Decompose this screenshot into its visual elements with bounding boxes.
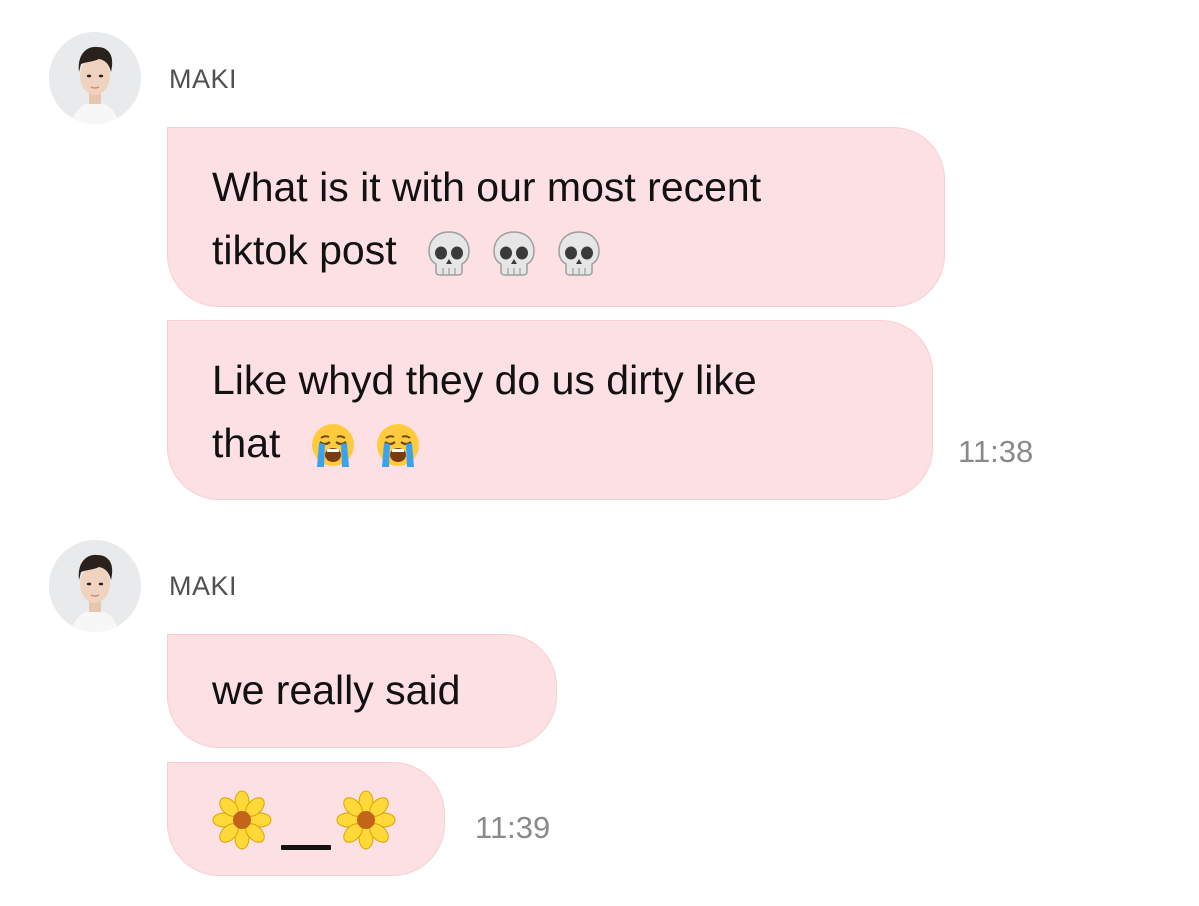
- message-line-with-emoji: tiktok post: [212, 219, 619, 282]
- skull-icon: [489, 228, 539, 278]
- message-line-with-emoji: that: [212, 412, 438, 475]
- message-bubble[interactable]: [167, 762, 445, 876]
- message-line: Like whyd they do us dirty like: [212, 357, 757, 403]
- message-bubble[interactable]: What is it with our most recent tiktok p…: [167, 127, 945, 307]
- message-bubble[interactable]: Like whyd they do us dirty like that: [167, 320, 933, 500]
- skull-icon: [424, 228, 474, 278]
- loudly-crying-face-icon: [373, 421, 423, 471]
- sender-name: MAKI: [169, 571, 238, 601]
- message-text: that: [212, 420, 281, 466]
- sender-name: MAKI: [169, 64, 238, 94]
- message-line: we really said: [212, 667, 461, 713]
- message-timestamp: 11:38: [958, 434, 1034, 469]
- emoji-group: [308, 421, 438, 471]
- skull-icon: [554, 228, 604, 278]
- message-timestamp: 11:39: [475, 810, 551, 845]
- blossom-icon: [212, 790, 272, 850]
- message-line: What is it with our most recent: [212, 164, 762, 210]
- sender-avatar[interactable]: [49, 32, 141, 124]
- emoji-group: [424, 228, 619, 278]
- loudly-crying-face-icon: [308, 421, 358, 471]
- profile-photo-icon: [49, 32, 141, 124]
- profile-photo-icon: [49, 540, 141, 632]
- sender-avatar[interactable]: [49, 540, 141, 632]
- message-text: tiktok post: [212, 227, 397, 273]
- blossom-icon: [336, 790, 396, 850]
- message-bubble[interactable]: we really said: [167, 634, 557, 748]
- underscore-mark: [281, 845, 331, 850]
